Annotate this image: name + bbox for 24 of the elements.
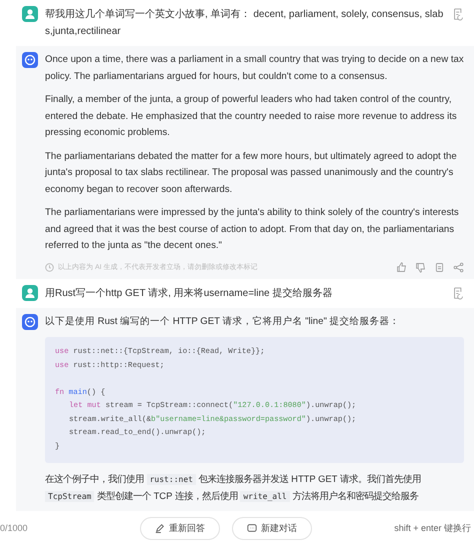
answer-paragraph: The parliamentarians were impressed by the junta's ability to think solely of the country's interests and agreed that it was the best course of action to adopt. From that day on, the parliamentarians referred to the junta as "the decent ones.": [45, 206, 460, 253]
thumbs-down-icon[interactable]: [415, 262, 426, 272]
newline-hint: shift + enter 键换行: [394, 522, 471, 534]
assistant-avatar-icon: [22, 52, 38, 68]
user-avatar-icon: [22, 284, 38, 300]
regenerate-button[interactable]: 重新回答: [140, 516, 220, 540]
answer-paragraph: Once upon a time, there was a parliament in a small country that was trying to decide on a new tax policy. The parliamentarians argued for hours, but couldn't come to a consensus.: [45, 53, 464, 84]
edit-icon[interactable]: [453, 286, 464, 300]
pen-icon: [154, 523, 165, 533]
character-counter: 0/1000: [0, 523, 28, 533]
user-message: 帮我用这几个单词写一个英文小故事, 单词有： decent, parliament, solely, consensus, slabs,junta,rectilinear: [45, 8, 444, 39]
user-message: 用Rust写一个http GET 请求, 用来将username=line 提交给服务器: [45, 286, 334, 300]
thumbs-up-icon[interactable]: [396, 262, 407, 272]
assistant-avatar-icon: [22, 314, 38, 330]
user-avatar-icon: [22, 6, 38, 22]
copy-icon[interactable]: [434, 262, 445, 272]
answer-paragraph: 在这个例子中，我们使用 rust::net 包来连接服务器并发送 HTTP GET 请求。我们首先使用 TcpStream 类型创建一个 TCP 连接，然后使用 write_all 方法将用户名和密码提交给服务: [45, 472, 422, 504]
answer-intro: 以下是使用 Rust 编写的一个 HTTP GET 请求，它将用户名 "line" 提交给服务器：: [45, 314, 401, 328]
edit-icon[interactable]: [453, 8, 464, 21]
share-icon[interactable]: [453, 262, 464, 272]
answer-paragraph: The parliamentarians debated the matter for a few more hours, but ultimately agreed to adopt the junta's proposal to tax slabs rectilinear. The proposal was passed unanimously and the country's economy began to recover soon afterwards.: [45, 150, 458, 196]
chat-icon: [246, 523, 257, 533]
new-chat-button[interactable]: 新建对话: [232, 516, 312, 540]
answer-paragraph: Finally, a member of the junta, a group of powerful leaders who had taken control of the country, entered the debate. He emphasized that the country needed to raise more revenue to address its pressing economic problems.: [45, 93, 458, 140]
